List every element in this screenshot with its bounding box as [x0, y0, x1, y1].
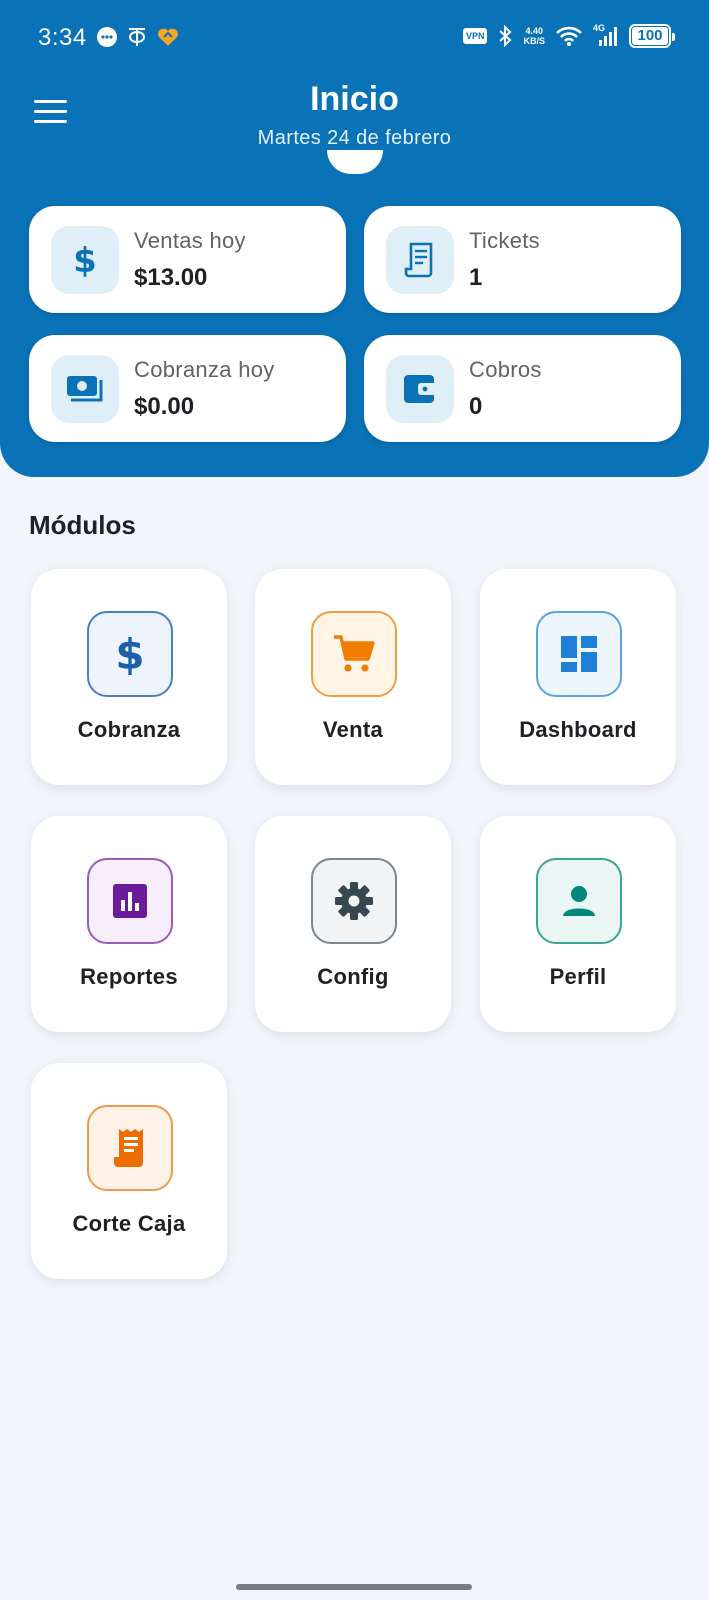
wallet-icon [386, 355, 454, 423]
svg-text:$: $ [115, 631, 144, 677]
module-reportes[interactable]: Reportes [31, 816, 227, 1032]
wifi-icon [556, 26, 582, 46]
vpn-badge: VPN [462, 28, 488, 44]
stat-value: 0 [469, 393, 483, 420]
battery-indicator: 100 [629, 24, 675, 48]
heart-app-icon [158, 28, 178, 46]
module-dashboard[interactable]: Dashboard [480, 569, 676, 785]
home-indicator[interactable] [236, 1584, 472, 1590]
module-label: Reportes [80, 964, 178, 989]
page-date: Martes 24 de febrero [257, 127, 452, 149]
stat-value: 1 [469, 264, 483, 291]
receipt-icon [87, 1105, 173, 1191]
bluetooth-icon [499, 25, 512, 47]
page-title: Inicio [310, 80, 399, 118]
stat-label: Tickets [469, 228, 540, 253]
dashboard-icon [536, 611, 622, 697]
module-corte-caja[interactable]: Corte Caja [31, 1063, 227, 1279]
status-time: 3:34 [38, 24, 87, 51]
stat-card-ventas[interactable]: $ Ventas hoy $13.00 [29, 206, 346, 313]
stat-card-tickets[interactable]: Tickets 1 [364, 206, 681, 313]
cellular-signal: 4G [593, 23, 619, 47]
module-perfil[interactable]: Perfil [480, 816, 676, 1032]
modules-section-title: Módulos [29, 510, 136, 540]
stat-card-cobranza[interactable]: Cobranza hoy $0.00 [29, 335, 346, 442]
stat-value: $13.00 [134, 264, 208, 291]
stat-label: Cobranza hoy [134, 357, 275, 382]
module-label: Perfil [549, 964, 607, 989]
stat-label: Cobros [469, 357, 542, 382]
app-notification-icon [129, 28, 145, 46]
bar-chart-icon [87, 858, 173, 944]
gear-icon [311, 858, 397, 944]
module-label: Corte Caja [72, 1211, 186, 1236]
chat-notification-icon [97, 27, 117, 47]
svg-text:$: $ [73, 241, 97, 280]
cash-icon [51, 355, 119, 423]
module-label: Dashboard [519, 717, 637, 742]
stat-card-cobros[interactable]: Cobros 0 [364, 335, 681, 442]
status-bar: 3:34 VPN 4.40 KB/S 4G 100 [0, 0, 709, 78]
cart-icon [311, 611, 397, 697]
dollar-icon: $ [87, 611, 173, 697]
module-venta[interactable]: Venta [255, 569, 451, 785]
stat-label: Ventas hoy [134, 228, 246, 253]
dollar-icon: $ [51, 226, 119, 294]
person-icon [536, 858, 622, 944]
module-config[interactable]: Config [255, 816, 451, 1032]
receipt-icon [386, 226, 454, 294]
stat-value: $0.00 [134, 393, 195, 420]
module-label: Venta [322, 717, 384, 742]
network-speed: 4.40 KB/S [523, 26, 545, 46]
avatar[interactable] [327, 150, 383, 174]
module-label: Config [317, 964, 389, 989]
module-label: Cobranza [77, 717, 181, 742]
module-cobranza[interactable]: $ Cobranza [31, 569, 227, 785]
signal-icon [599, 27, 617, 46]
